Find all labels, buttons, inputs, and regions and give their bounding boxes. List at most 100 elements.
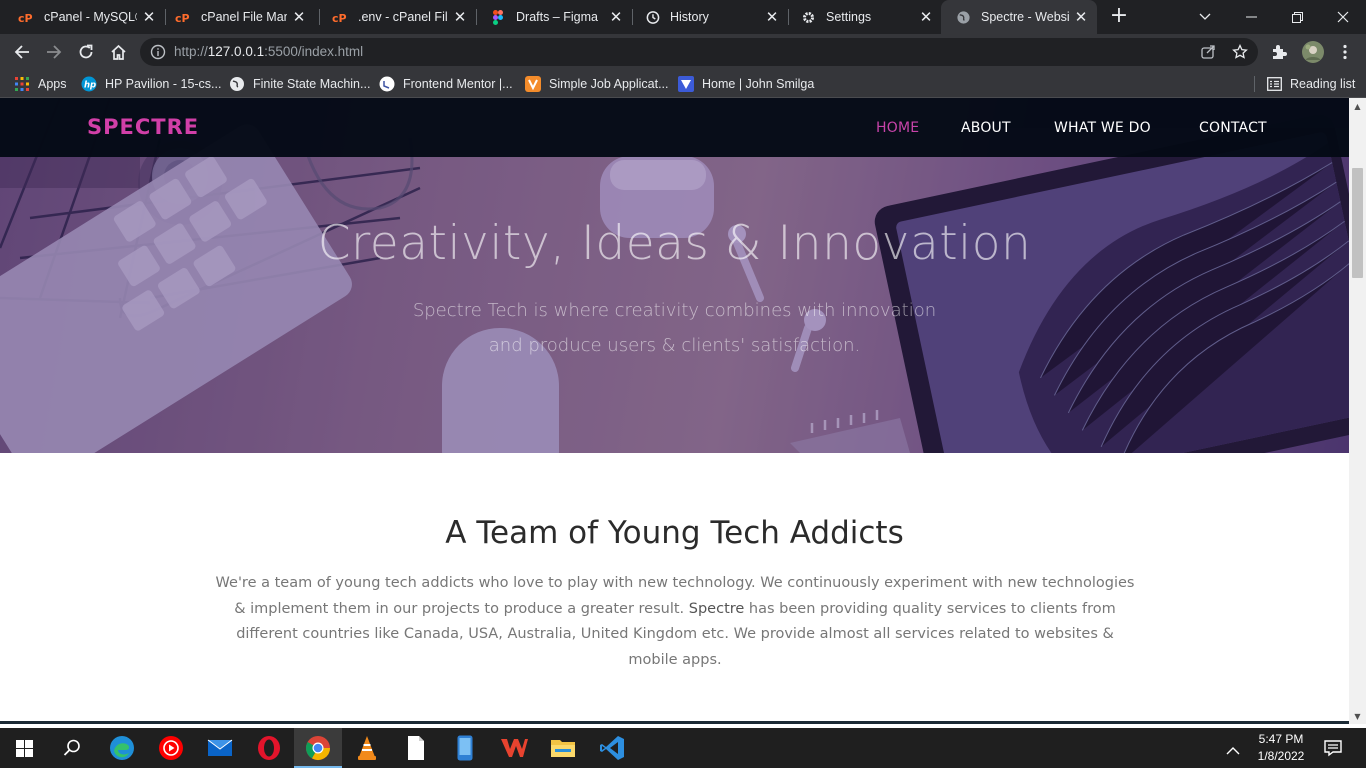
hp-icon: hp — [81, 76, 97, 92]
reading-list-button[interactable]: Reading list — [1266, 75, 1355, 93]
home-button[interactable] — [106, 40, 130, 64]
taskbar-edge[interactable] — [98, 728, 146, 768]
reading-list-label: Reading list — [1290, 77, 1356, 91]
reading-list-icon — [1266, 76, 1282, 92]
tab-figma-drafts[interactable]: Drafts – Figma ✕ — [472, 0, 632, 34]
bookmark-finite-state[interactable]: Finite State Machin... — [229, 75, 370, 93]
mail-icon — [207, 739, 233, 756]
close-icon[interactable]: ✕ — [918, 9, 934, 26]
tab-history[interactable]: History ✕ — [626, 0, 788, 34]
minimize-button[interactable] — [1228, 0, 1274, 34]
forward-button[interactable] — [42, 40, 66, 64]
menu-kebab-icon[interactable] — [1336, 43, 1354, 61]
scroll-up-arrow-icon[interactable]: ▲ — [1353, 102, 1362, 111]
nav-contact[interactable]: CONTACT — [1199, 120, 1267, 136]
notification-icon — [1324, 740, 1342, 757]
hero-subtitle-line-1: Spectre Tech is where creativity combine… — [412, 300, 937, 321]
system-clock[interactable]: 5:47 PM 1/8/2022 — [1252, 731, 1310, 765]
close-icon[interactable]: ✕ — [291, 9, 307, 26]
address-bar[interactable]: http://127.0.0.1:5500/index.html — [140, 38, 1258, 66]
tab-title: Drafts – Figma — [516, 10, 598, 24]
youtube-music-icon — [159, 736, 183, 760]
extensions-icon[interactable] — [1270, 43, 1288, 61]
history-icon — [644, 9, 660, 25]
close-icon[interactable]: ✕ — [608, 9, 624, 26]
taskbar-vlc[interactable] — [343, 728, 391, 768]
avatar[interactable] — [1302, 41, 1324, 63]
new-tab-button[interactable]: + — [1108, 5, 1130, 28]
bookmark-label: Frontend Mentor |... — [403, 77, 513, 91]
restore-button[interactable] — [1274, 0, 1320, 34]
tab-title: Spectre - Websit — [981, 10, 1069, 24]
nav-what-we-do[interactable]: WHAT WE DO — [1054, 120, 1151, 136]
scroll-down-arrow-icon[interactable]: ▼ — [1353, 712, 1362, 721]
tab-title: Settings — [826, 10, 872, 24]
browser-tab-strip: cP cPanel - MySQL® ✕ cP cPanel File Mana… — [0, 0, 1366, 34]
close-icon[interactable]: ✕ — [764, 9, 780, 26]
figma-icon — [490, 9, 506, 25]
bookmark-label: Apps — [38, 77, 67, 91]
bookmark-label: HP Pavilion - 15-cs... — [105, 77, 222, 91]
tab-spectre-website[interactable]: Spectre - Websit ✕ — [941, 0, 1097, 34]
vlc-icon — [358, 736, 376, 760]
notification-center-button[interactable] — [1324, 739, 1342, 757]
browser-toolbar: http://127.0.0.1:5500/index.html — [0, 34, 1366, 70]
tab-search-icon[interactable] — [1182, 0, 1228, 34]
taskbar-opera[interactable] — [245, 728, 293, 768]
tab-title: History — [670, 10, 709, 24]
nav-home[interactable]: HOME — [876, 120, 919, 136]
taskbar-notepad[interactable] — [392, 728, 440, 768]
tab-cpanel-mysql[interactable]: cP cPanel - MySQL® ✕ — [0, 0, 165, 34]
bookmark-frontend-mentor[interactable]: Frontend Mentor |... — [379, 75, 513, 93]
bookmark-label: Home | John Smilga — [702, 77, 815, 91]
bookmark-star-icon[interactable] — [1232, 43, 1248, 60]
tab-title: .env - cPanel File — [358, 10, 448, 24]
about-section: A Team of Young Tech Addicts We're a tea… — [0, 453, 1349, 724]
bookmark-apps[interactable]: Apps — [14, 75, 67, 93]
taskbar-youtube-music[interactable] — [147, 728, 195, 768]
taskbar-search[interactable] — [48, 728, 96, 768]
bookmark-simple-job[interactable]: Simple Job Applicat... — [525, 75, 669, 93]
hero-subtitle-line-2: and produce users & clients' satisfactio… — [488, 335, 861, 356]
frontend-mentor-icon — [379, 76, 395, 92]
reload-button[interactable] — [74, 40, 98, 64]
globe-icon — [955, 9, 971, 25]
job-app-icon — [525, 76, 541, 92]
tab-settings[interactable]: Settings ✕ — [782, 0, 942, 34]
close-icon[interactable]: ✕ — [141, 9, 157, 26]
close-icon[interactable]: ✕ — [1073, 9, 1089, 26]
svg-text:cP: cP — [18, 12, 33, 23]
bookmark-label: Simple Job Applicat... — [549, 77, 669, 91]
nav-about[interactable]: ABOUT — [961, 120, 1011, 136]
taskbar-chrome[interactable] — [294, 728, 342, 768]
bookmark-hp-pavilion[interactable]: hp HP Pavilion - 15-cs... — [81, 75, 221, 93]
taskbar-phone-app[interactable] — [441, 728, 489, 768]
next-section-edge — [0, 721, 1349, 724]
bookmark-label: Finite State Machin... — [253, 77, 371, 91]
back-button[interactable] — [10, 40, 34, 64]
clock-time: 5:47 PM — [1258, 732, 1304, 746]
site-navbar: SPECTRE HOME ABOUT WHAT WE DO CONTACT — [0, 98, 1349, 157]
bookmark-john-smilga[interactable]: Home | John Smilga — [678, 75, 814, 93]
page-scrollbar[interactable]: ▲ ▼ — [1349, 98, 1366, 724]
show-hidden-icons-button[interactable] — [1226, 740, 1246, 756]
site-logo[interactable]: SPECTRE — [87, 115, 199, 139]
bookmarks-separator — [1254, 76, 1255, 92]
tab-title: cPanel File Manag — [201, 10, 287, 24]
taskbar-wps-office[interactable] — [490, 728, 538, 768]
chrome-icon — [305, 736, 330, 761]
window-close-button[interactable] — [1320, 0, 1366, 34]
share-icon[interactable] — [1200, 44, 1216, 60]
taskbar-file-explorer[interactable] — [539, 728, 587, 768]
chevron-up-icon — [1226, 747, 1240, 755]
close-icon[interactable]: ✕ — [452, 9, 468, 26]
scrollbar-thumb[interactable] — [1352, 168, 1363, 278]
tab-cpanel-file-manager[interactable]: cP cPanel File Manag ✕ — [157, 0, 315, 34]
apps-grid-icon — [14, 76, 30, 92]
taskbar-mail[interactable] — [196, 728, 244, 768]
start-button[interactable] — [0, 728, 48, 768]
url-path: :5500/index.html — [264, 44, 364, 59]
taskbar-vscode[interactable] — [588, 728, 636, 768]
site-info-icon[interactable] — [150, 44, 166, 60]
tab-env-cpanel[interactable]: cP .env - cPanel File ✕ — [314, 0, 476, 34]
